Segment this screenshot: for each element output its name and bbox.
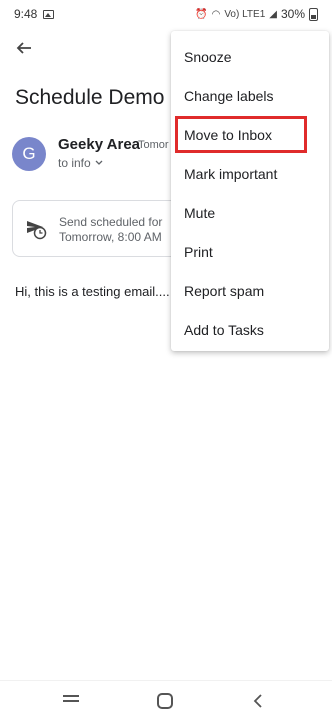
home-button[interactable] (157, 693, 173, 709)
menu-item-report-spam[interactable]: Report spam (171, 271, 329, 310)
chevron-down-icon (95, 160, 103, 165)
signal-icon: ◢ (269, 8, 277, 20)
battery-icon (309, 7, 318, 21)
recipient-label: to info (58, 156, 91, 170)
avatar[interactable]: G (12, 137, 46, 171)
menu-item-mark-important[interactable]: Mark important (171, 154, 329, 193)
email-body: Hi, this is a testing email.... (15, 284, 170, 299)
scheduled-line-1: Send scheduled for (59, 215, 163, 229)
alarm-icon: ⏰ (195, 8, 208, 20)
battery-percent: 30% (280, 7, 305, 21)
wifi-icon: ◠ (211, 8, 221, 20)
chevron-left-icon (253, 694, 262, 708)
menu-item-move-to-inbox[interactable]: Move to Inbox (174, 115, 308, 154)
menu-item-change-labels[interactable]: Change labels (171, 76, 329, 115)
recents-icon-line (63, 700, 79, 702)
scheduled-line-2: Tomorrow, 8:00 AM (59, 230, 162, 244)
email-subject: Schedule Demo E (15, 86, 185, 109)
arrow-back-icon (16, 42, 31, 54)
network-label: Vo) LTE1 (224, 8, 266, 20)
sender-time: Tomor (138, 139, 169, 151)
status-bar: 9:48 ⏰ ◠ Vo) LTE1 ◢ 30% (0, 0, 332, 28)
sender-name: Geeky Area (58, 136, 141, 153)
recents-button[interactable] (63, 695, 79, 707)
status-right: ⏰ ◠ Vo) LTE1 ◢ 30% (195, 7, 318, 21)
navigation-bar (0, 680, 332, 720)
menu-item-add-to-tasks[interactable]: Add to Tasks (171, 310, 329, 349)
recipient-toggle[interactable]: to info (58, 156, 103, 170)
status-time: 9:48 (14, 7, 38, 21)
status-left: 9:48 (14, 7, 55, 21)
scheduled-send-card: Send scheduled for Tomorrow, 8:00 AM (12, 200, 187, 257)
scheduled-text: Send scheduled for Tomorrow, 8:00 AM (59, 215, 189, 245)
gallery-notification-icon (43, 9, 55, 19)
nav-back-button[interactable] (251, 693, 267, 709)
recents-icon-line (63, 695, 79, 697)
scheduled-send-icon (27, 221, 47, 240)
menu-item-print[interactable]: Print (171, 232, 329, 271)
overflow-menu: Snooze Change labels Move to Inbox Mark … (171, 31, 329, 351)
back-button[interactable] (10, 36, 38, 60)
menu-item-mute[interactable]: Mute (171, 193, 329, 232)
menu-item-snooze[interactable]: Snooze (171, 37, 329, 76)
avatar-letter: G (22, 144, 36, 163)
